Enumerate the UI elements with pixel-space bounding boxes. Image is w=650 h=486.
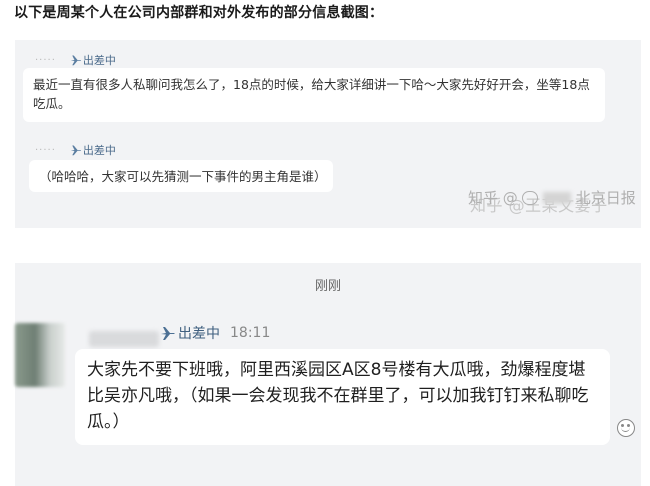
chat-screenshot-2: 刚刚 出差中 18:11 大家先不要下班哦，阿里西溪园区A区8号楼有大瓜哦，劲爆… [15, 263, 641, 486]
airplane-icon [70, 144, 82, 156]
emoji-icon[interactable] [617, 419, 635, 437]
message-bubble-2[interactable]: （哈哈哈，大家可以先猜测一下事件的男主角是谁） [29, 160, 333, 192]
sender-row-1: ····· 出差中 [35, 52, 116, 68]
status-label: 出差中 [82, 54, 116, 67]
airplane-icon [160, 325, 176, 341]
wechat-logo-icon [521, 190, 538, 205]
watermark-suffix: 北京日报 [575, 189, 636, 207]
airplane-icon [70, 54, 82, 66]
sender-row-2: ····· 出差中 [35, 142, 116, 158]
avatar: ····· [35, 144, 56, 156]
sender-name-blurred [89, 331, 159, 347]
message-bubble[interactable]: 大家先不要下班哦，阿里西溪园区A区8号楼有大瓜哦，劲爆程度堪比吴亦凡哦，（如果一… [75, 349, 610, 445]
message-bubble-1[interactable]: 最近一直有很多人私聊问我怎么了，18点的时候，给大家详细讲一下哈～大家先好好开会… [23, 68, 605, 122]
status-label: 出差中 [178, 326, 220, 342]
watermark-prefix: 知乎 @ [468, 189, 518, 207]
avatar: ····· [35, 54, 56, 66]
status-label: 出差中 [82, 144, 116, 157]
caption-text: 以下是周某个人在公司内部群和对外发布的部分信息截图： [14, 5, 384, 21]
avatar[interactable] [15, 323, 65, 387]
watermark: 知乎 @ 北京日报 [468, 187, 636, 208]
time-divider: 刚刚 [314, 279, 341, 294]
message-time: 18:11 [230, 325, 271, 341]
watermark-blurred [542, 191, 571, 204]
sender-row: 出差中 18:11 [160, 323, 270, 343]
